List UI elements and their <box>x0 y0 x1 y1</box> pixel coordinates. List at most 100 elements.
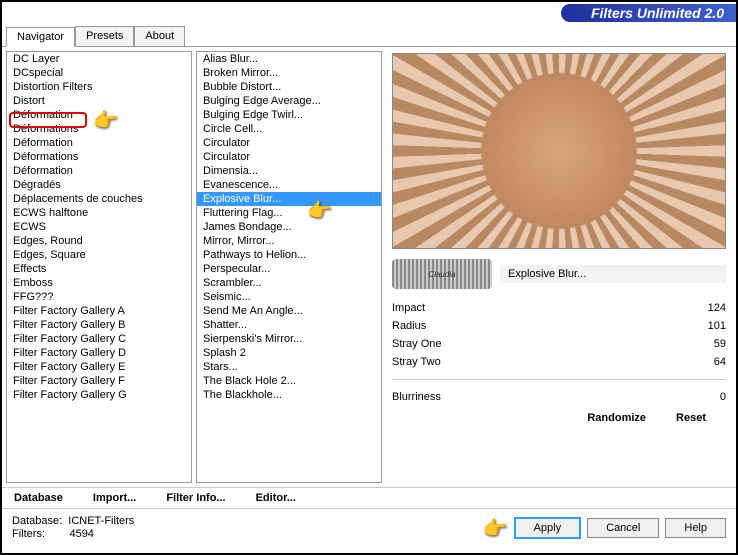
status-db-value: ICNET-Filters <box>68 515 134 527</box>
status-filters-value: 4594 <box>69 528 93 540</box>
param-label: Blurriness <box>392 391 441 403</box>
editor-button[interactable]: Editor... <box>256 492 296 504</box>
right-pane: Claudia Explosive Blur... Impact 124 Radiu… <box>386 51 732 483</box>
help-button[interactable]: Help <box>665 518 726 538</box>
category-item[interactable]: DC Layer <box>7 52 191 66</box>
filter-list[interactable]: Alias Blur...Broken Mirror...Bubble Dist… <box>196 51 382 483</box>
database-button[interactable]: Database <box>14 492 63 504</box>
param-value: 124 <box>708 302 726 314</box>
param-label: Stray One <box>392 338 442 350</box>
category-item[interactable]: Edges, Square <box>7 248 191 262</box>
tab-navigator[interactable]: Navigator <box>6 27 75 47</box>
filter-item[interactable]: Broken Mirror... <box>197 66 381 80</box>
param-label: Stray Two <box>392 356 441 368</box>
title-bar: Filters Unlimited 2.0 <box>2 2 736 24</box>
param-blurriness[interactable]: Blurriness 0 <box>392 388 726 406</box>
category-item[interactable]: ECWS halftone <box>7 206 191 220</box>
category-item[interactable]: Dégradés <box>7 178 191 192</box>
param-value: 64 <box>714 356 726 368</box>
bottom-toolbar: Database Import... Filter Info... Editor… <box>2 487 736 508</box>
filter-item[interactable]: Fluttering Flag... <box>197 206 381 220</box>
randomize-reset-row: Randomize Reset <box>392 412 726 424</box>
param-label: Impact <box>392 302 425 314</box>
apply-button[interactable]: Apply <box>514 517 582 539</box>
category-item[interactable]: Déformations <box>7 150 191 164</box>
category-item[interactable]: Filter Factory Gallery F <box>7 374 191 388</box>
status-filters-label: Filters: <box>12 528 45 540</box>
filter-item[interactable]: Bulging Edge Average... <box>197 94 381 108</box>
param-row[interactable]: Impact 124 <box>392 299 726 317</box>
category-item[interactable]: Filter Factory Gallery A <box>7 304 191 318</box>
filter-item[interactable]: Seismic... <box>197 290 381 304</box>
category-item[interactable]: Emboss <box>7 276 191 290</box>
reset-button[interactable]: Reset <box>676 412 706 424</box>
category-item[interactable]: ECWS <box>7 220 191 234</box>
filter-item[interactable]: Stars... <box>197 360 381 374</box>
category-item[interactable]: Déplacements de couches <box>7 192 191 206</box>
pointer-icon: 👉 <box>483 516 508 541</box>
category-item[interactable]: FFG??? <box>7 290 191 304</box>
filter-item[interactable]: Scrambler... <box>197 276 381 290</box>
filter-item[interactable]: Dimensia... <box>197 164 381 178</box>
param-value: 101 <box>708 320 726 332</box>
param-row[interactable]: Stray One 59 <box>392 335 726 353</box>
filter-item[interactable]: Evanescence... <box>197 178 381 192</box>
footer: Database: ICNET-Filters Filters: 4594 👉 … <box>2 508 736 547</box>
filter-item[interactable]: Alias Blur... <box>197 52 381 66</box>
preview-image <box>392 53 726 249</box>
category-item[interactable]: Déformation <box>7 108 191 122</box>
filter-item[interactable]: Circle Cell... <box>197 122 381 136</box>
watermark-text: Claudia <box>428 270 455 279</box>
app-title: Filters Unlimited 2.0 <box>561 4 736 22</box>
category-item[interactable]: Filter Factory Gallery G <box>7 388 191 402</box>
filter-item[interactable]: Explosive Blur... <box>197 192 381 206</box>
category-item[interactable]: Edges, Round <box>7 234 191 248</box>
status-db-label: Database: <box>12 515 62 527</box>
filter-item[interactable]: Bubble Distort... <box>197 80 381 94</box>
category-item[interactable]: Distortion Filters <box>7 80 191 94</box>
category-item[interactable]: Déformation <box>7 164 191 178</box>
category-item[interactable]: Filter Factory Gallery B <box>7 318 191 332</box>
category-item[interactable]: Effects <box>7 262 191 276</box>
category-item[interactable]: Déformation <box>7 136 191 150</box>
footer-buttons: 👉 Apply Cancel Help <box>483 516 726 541</box>
status-text: Database: ICNET-Filters Filters: 4594 <box>12 515 134 541</box>
filter-item[interactable]: Circulator <box>197 150 381 164</box>
filter-info-button[interactable]: Filter Info... <box>166 492 225 504</box>
current-filter-name: Explosive Blur... <box>500 265 726 283</box>
filter-item[interactable]: Send Me An Angle... <box>197 304 381 318</box>
randomize-button[interactable]: Randomize <box>587 412 646 424</box>
watermark-badge: Claudia <box>392 259 492 289</box>
filter-item[interactable]: Shatter... <box>197 318 381 332</box>
category-item[interactable]: Filter Factory Gallery E <box>7 360 191 374</box>
param-label: Radius <box>392 320 426 332</box>
category-item[interactable]: Déformations <box>7 122 191 136</box>
category-list[interactable]: DC LayerDCspecialDistortion FiltersDisto… <box>6 51 192 483</box>
filter-item[interactable]: Circulator <box>197 136 381 150</box>
category-item[interactable]: Filter Factory Gallery D <box>7 346 191 360</box>
category-item[interactable]: Filter Factory Gallery C <box>7 332 191 346</box>
param-value: 0 <box>720 391 726 403</box>
param-value: 59 <box>714 338 726 350</box>
filter-item[interactable]: Perspecular... <box>197 262 381 276</box>
main-content: DC LayerDCspecialDistortion FiltersDisto… <box>2 47 736 487</box>
param-row[interactable]: Stray Two 64 <box>392 353 726 371</box>
import-button[interactable]: Import... <box>93 492 136 504</box>
param-row[interactable]: Radius 101 <box>392 317 726 335</box>
filter-label-row: Claudia Explosive Blur... <box>392 259 726 289</box>
filter-item[interactable]: Splash 2 <box>197 346 381 360</box>
category-item[interactable]: DCspecial <box>7 66 191 80</box>
tab-presets[interactable]: Presets <box>75 26 134 46</box>
filter-item[interactable]: The Blackhole... <box>197 388 381 402</box>
filter-item[interactable]: Pathways to Helion... <box>197 248 381 262</box>
filter-item[interactable]: James Bondage... <box>197 220 381 234</box>
app-window: Filters Unlimited 2.0 NavigatorPresetsAb… <box>0 0 738 555</box>
filter-item[interactable]: The Black Hole 2... <box>197 374 381 388</box>
category-item[interactable]: Distort <box>7 94 191 108</box>
tab-about[interactable]: About <box>134 26 185 46</box>
cancel-button[interactable]: Cancel <box>587 518 659 538</box>
filter-item[interactable]: Sierpenski's Mirror... <box>197 332 381 346</box>
filter-item[interactable]: Bulging Edge Twirl... <box>197 108 381 122</box>
filter-item[interactable]: Mirror, Mirror... <box>197 234 381 248</box>
divider <box>392 379 726 380</box>
